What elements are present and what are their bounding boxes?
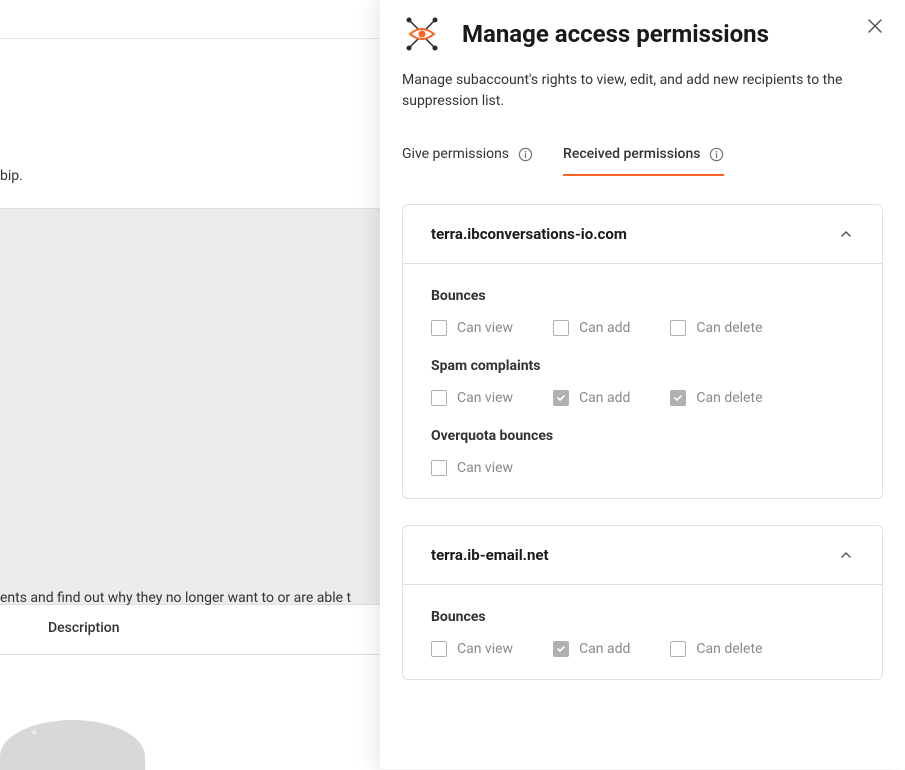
perm-can-add[interactable]: Can add [553,641,630,657]
section-heading: Bounces [431,288,854,304]
checkbox[interactable] [431,641,447,657]
manage-permissions-panel: Manage access permissions Manage subacco… [380,0,905,769]
tab-label: Received permissions [563,146,700,162]
checkbox[interactable] [431,320,447,336]
checkbox[interactable] [431,460,447,476]
bg-divider [0,38,380,39]
close-icon [867,18,883,34]
perm-label: Can add [579,320,630,336]
perm-label: Can delete [696,390,762,406]
perm-can-view[interactable]: Can view [431,460,513,476]
description-tab[interactable]: Description [48,620,120,636]
perm-can-view[interactable]: Can view [431,320,513,336]
accordion-header[interactable]: terra.ibconversations-io.com [403,205,882,264]
section-heading: Overquota bounces [431,428,854,444]
panel-header: Manage access permissions [402,12,883,54]
perm-can-delete[interactable]: Can delete [670,641,762,657]
section-heading: Spam complaints [431,358,854,374]
perm-can-add[interactable]: Can add [553,320,630,336]
checkbox[interactable] [670,320,686,336]
chevron-up-icon [838,547,854,563]
perm-label: Can delete [696,641,762,657]
account-domain: terra.ibconversations-io.com [431,225,627,243]
checkbox-checked[interactable] [553,641,569,657]
perm-label: Can view [457,390,513,406]
accordion-header[interactable]: terra.ib-email.net [403,526,882,585]
info-icon[interactable] [708,146,724,162]
permission-row: Can view Can add Can delete [431,320,854,336]
tab-give-permissions[interactable]: Give permissions [402,146,533,176]
perm-label: Can view [457,320,513,336]
account-accordion: terra.ib-email.net Bounces Can view [402,525,883,680]
bounces-section: Bounces Can view Can add Can dele [431,609,854,657]
checkbox[interactable] [431,390,447,406]
accordion-body: Bounces Can view Can add Can delete [403,264,882,498]
close-button[interactable] [863,14,887,38]
perm-can-add[interactable]: Can add [553,390,630,406]
bg-text-fragment: bip. [0,168,23,184]
chevron-up-icon [838,226,854,242]
bg-illustration: ✦ · · [0,720,145,770]
account-accordion: terra.ibconversations-io.com Bounces Can… [402,204,883,499]
perm-label: Can add [579,390,630,406]
bounces-section: Bounces Can view Can add Can delete [431,288,854,336]
checkbox-checked[interactable] [553,390,569,406]
checkbox[interactable] [553,320,569,336]
panel-subtitle: Manage subaccount's rights to view, edit… [402,70,883,112]
permission-row: Can view Can add Can delete [431,641,854,657]
perm-label: Can delete [696,320,762,336]
permission-row: Can view Can add Can delete [431,390,854,406]
permission-tabs: Give permissions Received permissions [402,146,883,176]
spam-complaints-section: Spam complaints Can view Can add [431,358,854,406]
panel-title: Manage access permissions [462,20,769,48]
perm-label: Can view [457,641,513,657]
eye-logo-icon [402,14,442,54]
perm-label: Can add [579,641,630,657]
tab-label: Give permissions [402,146,509,162]
accordion-body: Bounces Can view Can add Can dele [403,585,882,679]
bg-tab-underline [0,654,380,655]
checkbox-checked[interactable] [670,390,686,406]
perm-can-view[interactable]: Can view [431,390,513,406]
bg-text-fragment-2: ents and find out why they no longer wan… [0,590,351,606]
info-icon[interactable] [517,146,533,162]
perm-can-delete[interactable]: Can delete [670,320,762,336]
permission-row: Can view [431,460,854,476]
tab-received-permissions[interactable]: Received permissions [563,146,724,176]
bg-panel: ents and find out why they no longer wan… [0,208,380,605]
section-heading: Bounces [431,609,854,625]
checkbox[interactable] [670,641,686,657]
overquota-section: Overquota bounces Can view [431,428,854,476]
account-domain: terra.ib-email.net [431,546,549,564]
perm-label: Can view [457,460,513,476]
perm-can-view[interactable]: Can view [431,641,513,657]
perm-can-delete[interactable]: Can delete [670,390,762,406]
